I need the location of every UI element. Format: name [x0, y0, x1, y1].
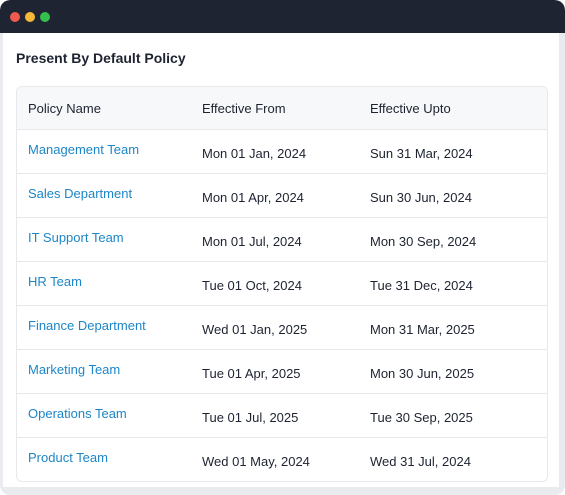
table-row: IT Support Team Mon 01 Jul, 2024 Mon 30 …: [17, 217, 547, 262]
effective-upto-cell: Wed 31 Jul, 2024: [370, 454, 471, 469]
effective-upto-cell: Mon 31 Mar, 2025: [370, 322, 475, 337]
effective-upto-cell: Tue 30 Sep, 2025: [370, 410, 473, 425]
effective-from-cell: Mon 01 Jul, 2024: [202, 234, 302, 249]
policy-name-link[interactable]: Marketing Team: [28, 362, 120, 377]
column-header-effective-from: Effective From: [202, 101, 286, 116]
table-row: Operations Team Tue 01 Jul, 2025 Tue 30 …: [17, 393, 547, 438]
minimize-window-button[interactable]: [25, 12, 35, 22]
column-header-effective-upto: Effective Upto: [370, 101, 451, 116]
effective-from-cell: Tue 01 Jul, 2025: [202, 410, 299, 425]
table-header: Policy Name Effective From Effective Upt…: [17, 87, 547, 130]
page-title: Present By Default Policy: [16, 50, 186, 66]
effective-upto-cell: Tue 31 Dec, 2024: [370, 278, 473, 293]
policy-name-link[interactable]: IT Support Team: [28, 230, 124, 245]
effective-from-cell: Wed 01 Jan, 2025: [202, 322, 308, 337]
policy-table: Policy Name Effective From Effective Upt…: [16, 86, 548, 482]
policy-name-link[interactable]: Management Team: [28, 142, 139, 157]
window-titlebar: [0, 0, 565, 33]
column-header-policy-name: Policy Name: [28, 101, 101, 116]
table-row: Product Team Wed 01 May, 2024 Wed 31 Jul…: [17, 437, 547, 481]
policy-name-link[interactable]: Product Team: [28, 450, 108, 465]
table-row: Sales Department Mon 01 Apr, 2024 Sun 30…: [17, 173, 547, 218]
effective-from-cell: Wed 01 May, 2024: [202, 454, 310, 469]
policy-name-link[interactable]: HR Team: [28, 274, 82, 289]
effective-from-cell: Tue 01 Oct, 2024: [202, 278, 302, 293]
effective-upto-cell: Sun 30 Jun, 2024: [370, 190, 472, 205]
close-window-button[interactable]: [10, 12, 20, 22]
maximize-window-button[interactable]: [40, 12, 50, 22]
table-row: Marketing Team Tue 01 Apr, 2025 Mon 30 J…: [17, 349, 547, 394]
main-content: Present By Default Policy Policy Name Ef…: [3, 33, 559, 487]
effective-from-cell: Mon 01 Apr, 2024: [202, 190, 304, 205]
table-row: HR Team Tue 01 Oct, 2024 Tue 31 Dec, 202…: [17, 261, 547, 306]
effective-from-cell: Mon 01 Jan, 2024: [202, 146, 307, 161]
effective-from-cell: Tue 01 Apr, 2025: [202, 366, 301, 381]
app-window: Present By Default Policy Policy Name Ef…: [0, 0, 565, 495]
effective-upto-cell: Mon 30 Sep, 2024: [370, 234, 477, 249]
table-row: Management Team Mon 01 Jan, 2024 Sun 31 …: [17, 129, 547, 174]
policy-name-link[interactable]: Sales Department: [28, 186, 132, 201]
policy-name-link[interactable]: Operations Team: [28, 406, 127, 421]
policy-name-link[interactable]: Finance Department: [28, 318, 146, 333]
effective-upto-cell: Sun 31 Mar, 2024: [370, 146, 473, 161]
table-row: Finance Department Wed 01 Jan, 2025 Mon …: [17, 305, 547, 350]
effective-upto-cell: Mon 30 Jun, 2025: [370, 366, 475, 381]
